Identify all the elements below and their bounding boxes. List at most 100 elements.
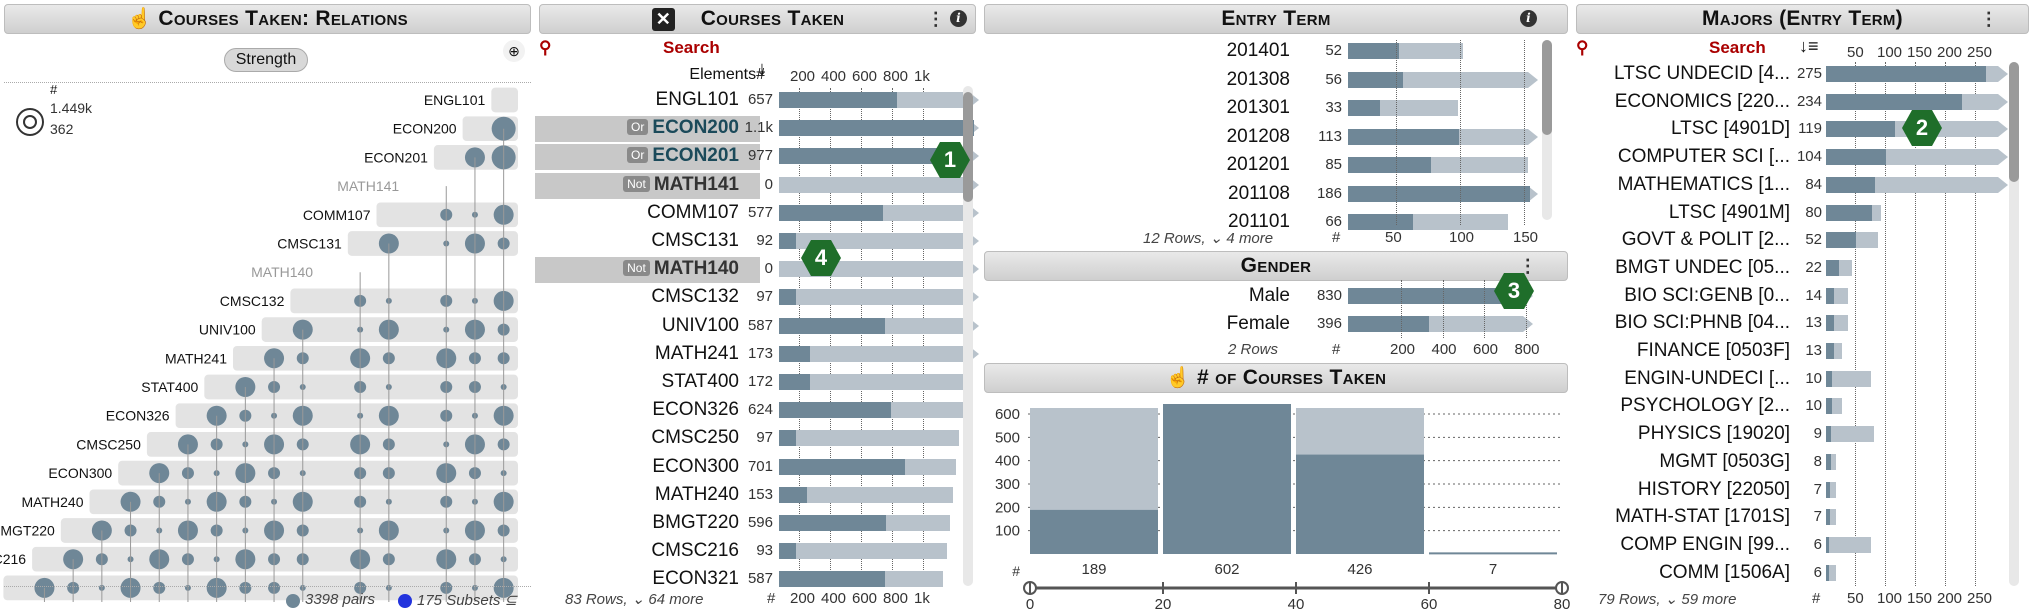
y-tick: 100 bbox=[995, 523, 1020, 540]
entry-footer[interactable]: 12 Rows, ⌄ 4 more bbox=[1143, 229, 1273, 247]
courses-footer[interactable]: 83 Rows, ⌄ 64 more bbox=[565, 590, 703, 608]
term-label: 201208 bbox=[1226, 125, 1290, 147]
gridline bbox=[1484, 280, 1485, 338]
table-row[interactable]: MATH-STAT [1701S] 7 bbox=[1572, 503, 2007, 531]
table-row[interactable]: PHYSICS [19020] 9 bbox=[1572, 420, 2007, 448]
table-row[interactable]: COMPUTER SCI [... 104 bbox=[1572, 143, 2008, 171]
table-row[interactable]: Not MATH141 0 bbox=[535, 171, 979, 199]
bin-count: 189 bbox=[1081, 561, 1106, 578]
zoom-in-icon[interactable]: ⊕ bbox=[503, 40, 525, 62]
table-row[interactable]: 201301 33 bbox=[980, 94, 1540, 122]
major-count: 119 bbox=[1798, 120, 1822, 138]
table-row[interactable]: MGMT [0503G] 8 bbox=[1572, 448, 2007, 476]
axis-tick: 250 bbox=[1967, 590, 1993, 607]
table-row[interactable]: CMSC132 97 bbox=[535, 283, 979, 311]
course-count: 172 bbox=[747, 373, 773, 390]
matrix-row-bg bbox=[290, 288, 518, 314]
table-row[interactable]: 201108 186 bbox=[980, 180, 1540, 208]
majors-scrollbar[interactable] bbox=[2009, 62, 2019, 586]
strength-button[interactable]: Strength bbox=[224, 48, 308, 72]
numcourses-header: ☝ # of Courses Taken bbox=[984, 363, 1568, 393]
table-row[interactable]: LTSC [4901M] 80 bbox=[1572, 199, 2007, 227]
table-row[interactable]: MATH241 173 bbox=[535, 340, 979, 368]
table-row[interactable]: GOVT & POLIT [2... 52 bbox=[1572, 226, 2007, 254]
tag-or[interactable]: Or bbox=[627, 147, 649, 164]
table-row[interactable]: 201201 85 bbox=[980, 151, 1540, 179]
sort-desc-icon[interactable]: ↓≡ bbox=[1799, 36, 1819, 57]
table-row[interactable]: COMP ENGIN [99... 6 bbox=[1572, 531, 2007, 559]
tag-or[interactable]: Or bbox=[627, 119, 649, 136]
bar-value bbox=[779, 458, 906, 475]
table-row[interactable]: PSYCHOLOGY [2... 10 bbox=[1572, 392, 2007, 420]
course-count: 657 bbox=[747, 91, 773, 108]
table-row[interactable]: ENGL101 657 bbox=[535, 86, 979, 114]
close-icon[interactable]: ✕ bbox=[652, 8, 675, 31]
menu-dots-icon[interactable]: ⋮ bbox=[1519, 257, 1537, 275]
subsets-footer[interactable]: 175 Subsets ⊆ bbox=[417, 591, 517, 609]
table-row[interactable]: Not MATH140 0 bbox=[535, 255, 979, 283]
bar-value bbox=[1348, 288, 1519, 304]
table-row[interactable]: ECONOMICS [220... 234 bbox=[1572, 88, 2008, 116]
bar-value bbox=[1429, 552, 1557, 555]
column-label: Elements# bbox=[689, 66, 765, 83]
table-row[interactable]: MATHEMATICS [1... 84 bbox=[1572, 171, 2008, 199]
courses-search[interactable]: Search bbox=[663, 38, 720, 58]
sort-down-arrow-icon[interactable]: ↓ bbox=[757, 58, 767, 81]
x-tick: 80 bbox=[1554, 596, 1571, 613]
table-row[interactable]: STAT400 172 bbox=[535, 368, 966, 396]
matrix-label: CMSC250 bbox=[76, 436, 141, 452]
axis-tick: 200 bbox=[790, 590, 816, 607]
bar-value bbox=[779, 120, 974, 137]
majors-footer[interactable]: 79 Rows, ⌄ 59 more bbox=[1598, 590, 1736, 608]
table-row[interactable]: CMSC216 93 bbox=[535, 537, 965, 565]
table-row[interactable]: COMM [1506A] 6 bbox=[1572, 559, 2007, 587]
table-row[interactable]: COMM107 577 bbox=[535, 199, 979, 227]
info-icon[interactable]: i bbox=[1520, 10, 1537, 27]
majors-search[interactable]: Search bbox=[1709, 38, 1766, 58]
table-row[interactable]: BMGT220 596 bbox=[535, 509, 965, 537]
tag-not[interactable]: Not bbox=[623, 175, 650, 192]
table-row[interactable]: ECON326 624 bbox=[535, 396, 965, 424]
table-row[interactable]: HISTORY [22050] 7 bbox=[1572, 476, 2007, 504]
tag-not[interactable]: Not bbox=[623, 260, 650, 277]
table-row[interactable]: Male 830 bbox=[980, 282, 1540, 310]
major-label: GOVT & POLIT [2... bbox=[1621, 229, 1790, 251]
table-row[interactable]: BIO SCI:PHNB [04... 13 bbox=[1572, 309, 2007, 337]
matrix-label: CMSC132 bbox=[220, 293, 285, 309]
table-row[interactable]: UNIV100 587 bbox=[535, 312, 979, 340]
table-row[interactable]: CMSC250 97 bbox=[535, 424, 965, 452]
major-count: 22 bbox=[1805, 258, 1822, 276]
major-count: 13 bbox=[1805, 342, 1822, 359]
table-row[interactable]: ECON300 701 bbox=[535, 453, 965, 481]
table-row[interactable]: BMGT UNDEC [05... 22 bbox=[1572, 254, 2007, 282]
table-row[interactable]: 201308 56 bbox=[980, 66, 1540, 94]
search-icon[interactable]: ⚲ bbox=[539, 38, 551, 58]
matrix-label: ECON326 bbox=[106, 408, 170, 424]
table-row[interactable]: Or ECON201 977 bbox=[535, 142, 979, 170]
search-icon[interactable]: ⚲ bbox=[1576, 38, 1588, 58]
table-row[interactable]: LTSC [4901D] 119 bbox=[1572, 115, 2008, 143]
table-row[interactable]: 201208 113 bbox=[980, 123, 1540, 151]
table-row[interactable]: 201401 52 bbox=[980, 37, 1540, 65]
table-row[interactable]: LTSC UNDECID [4... 275 bbox=[1572, 60, 2008, 88]
table-row[interactable]: Or ECON200 1.1k bbox=[535, 114, 979, 142]
table-row[interactable]: Female 396 bbox=[980, 310, 1540, 338]
entry-scrollbar[interactable] bbox=[1542, 40, 1552, 220]
courses-header: ✕ Courses Taken ⋮ i bbox=[539, 4, 976, 34]
table-row[interactable]: FINANCE [0503F] 13 bbox=[1572, 337, 2007, 365]
table-row[interactable]: BIO SCI:GENB [0... 14 bbox=[1572, 282, 2007, 310]
bar-value bbox=[779, 92, 898, 108]
numcourses-histogram[interactable]: 600 500 400 300 200 100 # 189 602 426 7 0 20 40 60 80 bbox=[980, 398, 1572, 613]
table-row[interactable]: MATH240 153 bbox=[535, 481, 965, 509]
table-row[interactable]: CMSC131 92 bbox=[535, 227, 979, 255]
y-tick: 500 bbox=[995, 429, 1020, 446]
table-row[interactable]: ENGIN-UNDECI [... 10 bbox=[1572, 365, 2007, 393]
major-count: 6 bbox=[1813, 563, 1822, 581]
matrix-label: STAT400 bbox=[141, 379, 198, 395]
course-name: BMGT220 bbox=[652, 512, 739, 533]
info-icon[interactable]: i bbox=[950, 10, 967, 27]
relations-matrix[interactable]: ENGL101 ECON200 ECON201 MATH141 COMM107 CMSC1… bbox=[0, 82, 535, 602]
menu-dots-icon[interactable]: ⋮ bbox=[1980, 10, 1998, 28]
entry-header: Entry Term i bbox=[984, 4, 1568, 34]
menu-dots-icon[interactable]: ⋮ bbox=[927, 10, 945, 28]
